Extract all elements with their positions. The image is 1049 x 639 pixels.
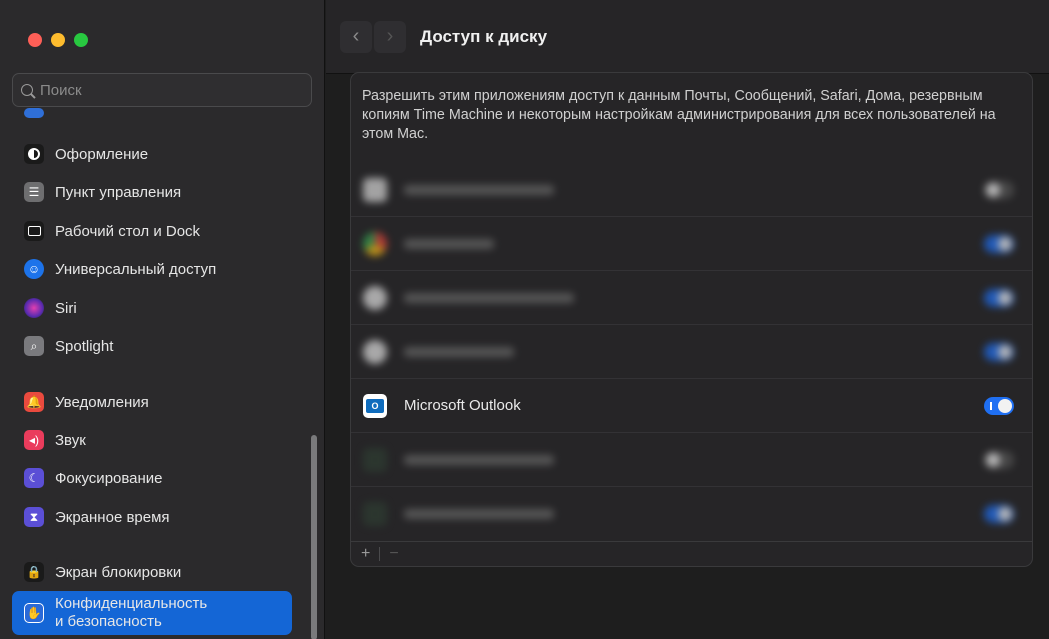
toolbar: ‹ › Доступ к диску xyxy=(326,0,1049,74)
app-name: Microsoft Outlook xyxy=(404,397,521,414)
app-name xyxy=(404,184,554,195)
toggle-knob xyxy=(998,344,1012,359)
privacy-hand-icon: ✋ xyxy=(24,603,44,623)
chevron-left-icon: ‹ xyxy=(352,25,360,47)
notifications-icon: 🔔 xyxy=(24,392,44,412)
sidebar-item-spotlight[interactable]: ⌕ Spotlight xyxy=(12,328,292,364)
accessibility-icon: ☺ xyxy=(24,259,44,279)
panel-description: Разрешить этим приложениям доступ к данн… xyxy=(362,88,996,142)
app-row xyxy=(351,271,1032,325)
sidebar-item-control-center[interactable]: ☰ Пункт управления xyxy=(12,174,292,210)
sidebar-item-screen-time[interactable]: ⧗ Экранное время xyxy=(12,499,292,535)
app-name xyxy=(404,346,514,357)
blurred-app-icon xyxy=(363,285,387,310)
chrome-icon xyxy=(363,231,387,256)
toggle-knob xyxy=(998,290,1012,305)
app-name xyxy=(404,509,554,519)
access-toggle[interactable] xyxy=(984,342,1014,361)
outlook-icon: O xyxy=(363,393,387,418)
blurred-app-icon xyxy=(363,447,387,472)
screen-time-icon: ⧗ xyxy=(24,507,44,527)
toggle-knob xyxy=(986,452,1000,467)
sidebar-item-label: Рабочий стол и Dock xyxy=(55,222,201,240)
sidebar-item-label: Экран блокировки xyxy=(55,563,182,581)
sidebar-item-focus[interactable]: ☾ Фокусирование xyxy=(12,460,292,496)
remove-app-button[interactable]: − xyxy=(389,545,398,563)
toggle-knob xyxy=(986,182,1000,197)
search-input[interactable] xyxy=(40,81,300,99)
sidebar-item-network[interactable] xyxy=(12,100,292,118)
dock-icon xyxy=(24,221,44,241)
sidebar-item-label: Фокусирование xyxy=(55,469,163,487)
control-center-icon: ☰ xyxy=(24,182,44,202)
spotlight-icon: ⌕ xyxy=(24,336,44,356)
toggle-knob xyxy=(998,507,1012,521)
sidebar-item-label-line1: Конфиденциальность xyxy=(55,595,208,612)
sidebar-item-label: Siri xyxy=(55,299,77,317)
sidebar: Оформление ☰ Пункт управления Рабочий ст… xyxy=(0,0,325,639)
access-toggle[interactable] xyxy=(984,180,1014,199)
back-button[interactable]: ‹ xyxy=(340,20,372,53)
app-row-outlook: O Microsoft Outlook xyxy=(351,379,1032,433)
close-window-button[interactable] xyxy=(28,33,42,47)
search-icon xyxy=(21,84,33,96)
app-name xyxy=(404,454,554,465)
list-footer: + − xyxy=(351,541,1032,566)
focus-icon: ☾ xyxy=(24,468,44,488)
sidebar-item-privacy-security[interactable]: ✋ Конфиденциальность и безопасность xyxy=(12,591,292,635)
sidebar-item-sound[interactable]: ◂) Звук xyxy=(12,422,292,458)
sidebar-item-label: Spotlight xyxy=(55,337,114,355)
sidebar-item-accessibility[interactable]: ☺ Универсальный доступ xyxy=(12,251,292,287)
access-toggle[interactable] xyxy=(984,288,1014,307)
blurred-app-icon xyxy=(363,177,387,202)
app-name xyxy=(404,292,574,303)
lock-screen-icon: 🔒 xyxy=(24,562,44,582)
footer-divider xyxy=(379,547,381,561)
blurred-app-icon xyxy=(363,502,387,526)
sidebar-item-label: Универсальный доступ xyxy=(55,260,217,278)
app-row xyxy=(351,487,1032,541)
toggle-knob xyxy=(998,236,1012,251)
sidebar-item-label: Экранное время xyxy=(55,508,170,526)
outlook-access-toggle[interactable] xyxy=(984,396,1014,415)
sidebar-item-label: Уведомления xyxy=(55,393,149,411)
sidebar-item-siri[interactable]: Siri xyxy=(12,290,292,326)
sidebar-item-desktop-dock[interactable]: Рабочий стол и Dock xyxy=(12,213,292,249)
globe-icon xyxy=(24,108,44,118)
appearance-icon xyxy=(24,144,44,164)
siri-icon xyxy=(24,298,44,318)
sidebar-item-label: Конфиденциальность и безопасность xyxy=(55,595,207,631)
app-row xyxy=(351,163,1032,217)
sidebar-item-notifications[interactable]: 🔔 Уведомления xyxy=(12,384,292,420)
sidebar-item-label: Оформление xyxy=(55,145,149,163)
sidebar-scrollbar[interactable] xyxy=(311,435,317,639)
forward-button[interactable]: › xyxy=(374,20,406,53)
sidebar-item-label-line2: и безопасность xyxy=(55,613,162,630)
app-row xyxy=(351,325,1032,379)
blurred-app-icon xyxy=(363,339,387,364)
app-row xyxy=(351,433,1032,487)
sound-icon: ◂) xyxy=(24,430,44,450)
full-disk-access-panel: Разрешить этим приложениям доступ к данн… xyxy=(350,72,1033,567)
page-title: Доступ к диску xyxy=(420,26,548,46)
toggle-knob xyxy=(998,398,1012,413)
window-controls xyxy=(28,33,88,47)
access-toggle[interactable] xyxy=(984,505,1014,523)
sidebar-item-label: Пункт управления xyxy=(55,183,182,201)
sidebar-item-label: Звук xyxy=(55,431,86,449)
zoom-window-button[interactable] xyxy=(74,33,88,47)
minimize-window-button[interactable] xyxy=(51,33,65,47)
app-name xyxy=(404,238,494,249)
sidebar-item-lock-screen[interactable]: 🔒 Экран блокировки xyxy=(12,554,292,590)
toggle-on-mark xyxy=(990,401,992,410)
access-toggle[interactable] xyxy=(984,234,1014,253)
app-row xyxy=(351,217,1032,271)
add-app-button[interactable]: + xyxy=(361,545,370,563)
sidebar-item-appearance[interactable]: Оформление xyxy=(12,136,292,172)
chevron-right-icon: › xyxy=(386,25,394,47)
main-content: ‹ › Доступ к диску Разрешить этим прилож… xyxy=(326,0,1049,639)
access-toggle[interactable] xyxy=(984,450,1014,469)
